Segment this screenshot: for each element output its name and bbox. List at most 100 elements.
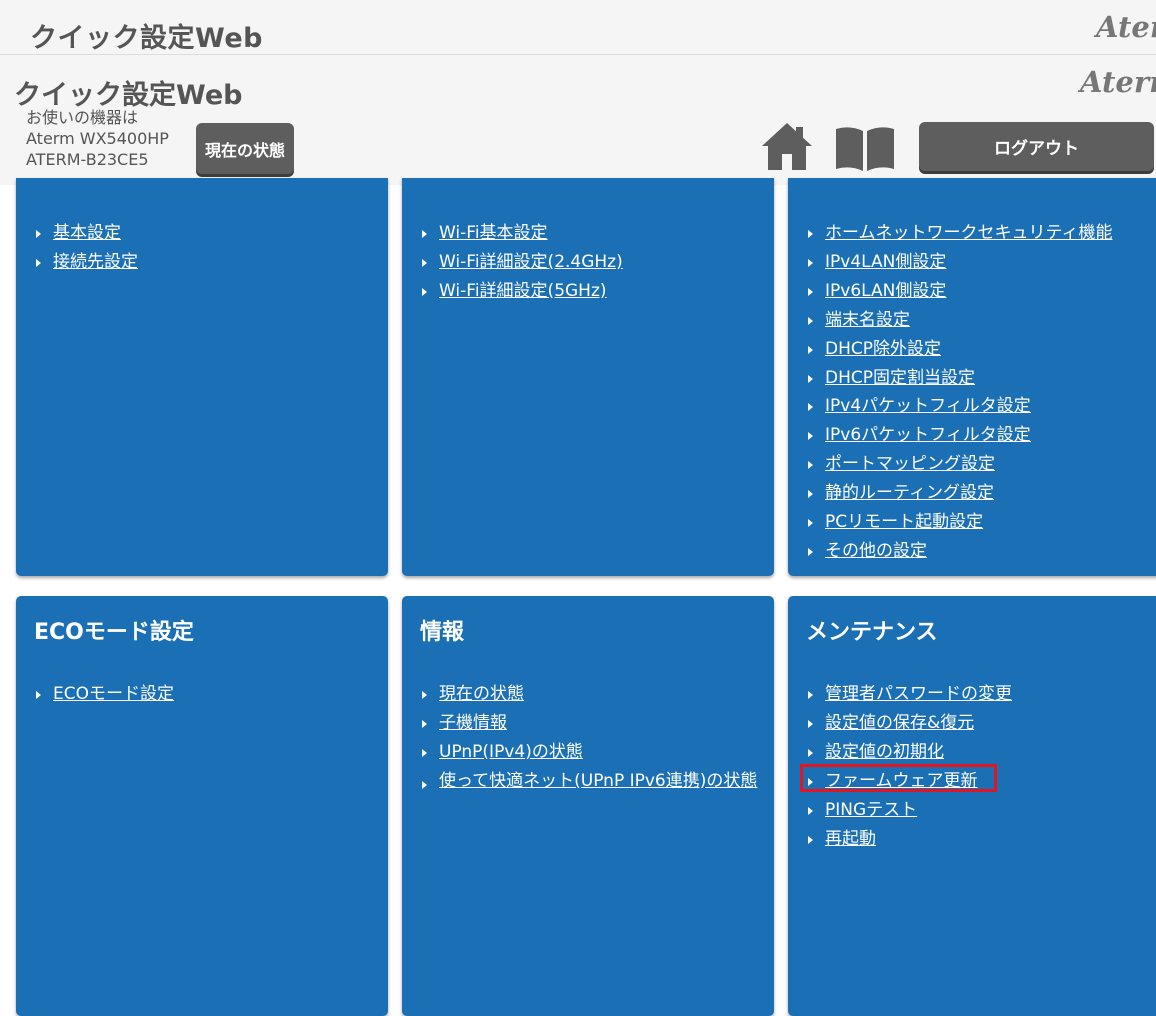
list-item: 再起動	[808, 825, 1012, 854]
list-item: IPv6LAN側設定	[808, 277, 1112, 306]
list-item: Wi-Fi詳細設定(2.4GHz)	[422, 248, 623, 277]
link-static-routing[interactable]: 静的ルーティング設定	[825, 483, 994, 503]
triangle-icon	[422, 748, 427, 757]
link-dhcp-exclude[interactable]: DHCP除外設定	[825, 339, 941, 359]
device-id: ATERM-B23CE5	[26, 150, 149, 169]
top-bar: クイック設定Web Aterm	[0, 0, 1156, 55]
list-item: IPv6パケットフィルタ設定	[808, 421, 1112, 450]
triangle-icon	[36, 258, 41, 267]
triangle-icon	[808, 519, 813, 528]
triangle-icon	[808, 748, 813, 757]
list-item: Wi-Fi基本設定	[422, 219, 623, 248]
list-item: 静的ルーティング設定	[808, 479, 1112, 508]
triangle-icon	[36, 230, 41, 238]
triangle-icon	[808, 345, 813, 354]
list-item: PINGテスト	[808, 796, 1012, 825]
list-item: DHCP除外設定	[808, 335, 1112, 364]
link-home-network-security[interactable]: ホームネットワークセキュリティ機能	[825, 223, 1112, 243]
link-basic-settings[interactable]: 基本設定	[53, 223, 121, 243]
panel-eco: ECOモード設定 ECOモード設定	[16, 596, 388, 1016]
aterm-logo-top: Aterm	[1096, 10, 1156, 44]
link-upnp-ipv6-status[interactable]: 使って快適ネット(UPnP IPv6連携)の状態	[439, 771, 757, 791]
link-upnp-status[interactable]: UPnP(IPv4)の状態	[439, 742, 583, 762]
top-bar-title: クイック設定Web	[30, 23, 263, 54]
list-item: IPv4LAN側設定	[808, 248, 1112, 277]
link-wifi-5ghz[interactable]: Wi-Fi詳細設定(5GHz)	[439, 281, 607, 301]
triangle-icon	[422, 691, 427, 699]
link-eco-mode[interactable]: ECOモード設定	[53, 684, 174, 704]
panel-detail: ホームネットワークセキュリティ機能 IPv4LAN側設定 IPv6LAN側設定 …	[788, 178, 1156, 576]
triangle-icon	[36, 691, 41, 699]
link-device-name[interactable]: 端末名設定	[825, 310, 910, 330]
triangle-icon	[422, 719, 427, 728]
triangle-icon	[808, 374, 813, 383]
triangle-icon	[808, 777, 813, 786]
link-other-settings[interactable]: その他の設定	[825, 541, 927, 561]
triangle-icon	[808, 316, 813, 325]
link-list: Wi-Fi基本設定 Wi-Fi詳細設定(2.4GHz) Wi-Fi詳細設定(5G…	[422, 219, 623, 306]
link-reboot[interactable]: 再起動	[825, 829, 876, 849]
current-status-button[interactable]: 現在の状態	[196, 123, 294, 174]
link-current-status[interactable]: 現在の状態	[439, 684, 524, 704]
link-save-restore[interactable]: 設定値の保存&復元	[825, 713, 974, 733]
link-wifi-24ghz[interactable]: Wi-Fi詳細設定(2.4GHz)	[439, 252, 623, 272]
aterm-logo: Aterm	[1080, 65, 1156, 99]
panel-title: 情報	[420, 620, 465, 645]
link-list: 基本設定 接続先設定	[36, 219, 138, 277]
list-item: Wi-Fi詳細設定(5GHz)	[422, 277, 623, 306]
device-info: お使いの機器は Aterm WX5400HP ATERM-B23CE5	[26, 107, 169, 170]
list-item: 基本設定	[36, 219, 138, 248]
triangle-icon	[422, 230, 427, 238]
panel-title: メンテナンス	[806, 620, 938, 645]
list-item: 端末名設定	[808, 306, 1112, 335]
link-client-info[interactable]: 子機情報	[439, 713, 507, 733]
list-item: ポートマッピング設定	[808, 450, 1112, 479]
list-item: 接続先設定	[36, 248, 138, 277]
list-item: ファームウェア更新	[808, 767, 1012, 796]
list-item: PCリモート起動設定	[808, 508, 1112, 537]
triangle-icon	[808, 490, 813, 499]
link-list: 現在の状態 子機情報 UPnP(IPv4)の状態 使って快適ネット(UPnP I…	[422, 680, 759, 795]
list-item: 管理者パスワードの変更	[808, 680, 1012, 709]
list-item: 現在の状態	[422, 680, 759, 709]
list-item: ホームネットワークセキュリティ機能	[808, 219, 1112, 248]
triangle-icon	[808, 461, 813, 470]
triangle-icon	[808, 547, 813, 556]
list-item: IPv4パケットフィルタ設定	[808, 392, 1112, 421]
link-firmware-update[interactable]: ファームウェア更新	[825, 771, 978, 791]
link-list: ECOモード設定	[36, 680, 174, 709]
triangle-icon	[808, 691, 813, 699]
link-wifi-basic[interactable]: Wi-Fi基本設定	[439, 223, 548, 243]
list-item: DHCP固定割当設定	[808, 364, 1112, 393]
link-port-mapping[interactable]: ポートマッピング設定	[825, 454, 995, 474]
link-connection-settings[interactable]: 接続先設定	[53, 252, 138, 272]
link-ipv4-lan[interactable]: IPv4LAN側設定	[825, 252, 946, 272]
link-admin-password[interactable]: 管理者パスワードの変更	[825, 684, 1012, 704]
link-ipv6-filter[interactable]: IPv6パケットフィルタ設定	[825, 425, 1031, 445]
link-pc-remote-wake[interactable]: PCリモート起動設定	[825, 512, 983, 532]
list-item: 子機情報	[422, 709, 759, 738]
link-ping-test[interactable]: PINGテスト	[825, 800, 917, 820]
triangle-icon	[808, 835, 813, 844]
home-icon[interactable]	[760, 121, 814, 171]
logout-button[interactable]: ログアウト	[919, 122, 1154, 171]
book-icon[interactable]	[834, 125, 896, 173]
triangle-icon	[808, 806, 813, 815]
device-label: お使いの機器は	[26, 108, 139, 127]
list-item: 使って快適ネット(UPnP IPv6連携)の状態	[422, 767, 759, 795]
list-item: UPnP(IPv4)の状態	[422, 738, 759, 767]
triangle-icon	[422, 780, 427, 789]
triangle-icon	[422, 258, 427, 267]
list-item: その他の設定	[808, 537, 1112, 566]
link-ipv4-filter[interactable]: IPv4パケットフィルタ設定	[825, 396, 1031, 416]
link-list: 管理者パスワードの変更 設定値の保存&復元 設定値の初期化 ファームウェア更新 …	[808, 680, 1012, 853]
triangle-icon	[808, 719, 813, 728]
link-factory-reset[interactable]: 設定値の初期化	[825, 742, 944, 762]
list-item: 設定値の初期化	[808, 738, 1012, 767]
link-dhcp-fixed[interactable]: DHCP固定割当設定	[825, 368, 975, 388]
link-ipv6-lan[interactable]: IPv6LAN側設定	[825, 281, 946, 301]
triangle-icon	[422, 287, 427, 296]
link-list: ホームネットワークセキュリティ機能 IPv4LAN側設定 IPv6LAN側設定 …	[808, 219, 1112, 566]
page-header: クイック設定Web Aterm お使いの機器は Aterm WX5400HP A…	[0, 55, 1156, 185]
triangle-icon	[808, 258, 813, 267]
